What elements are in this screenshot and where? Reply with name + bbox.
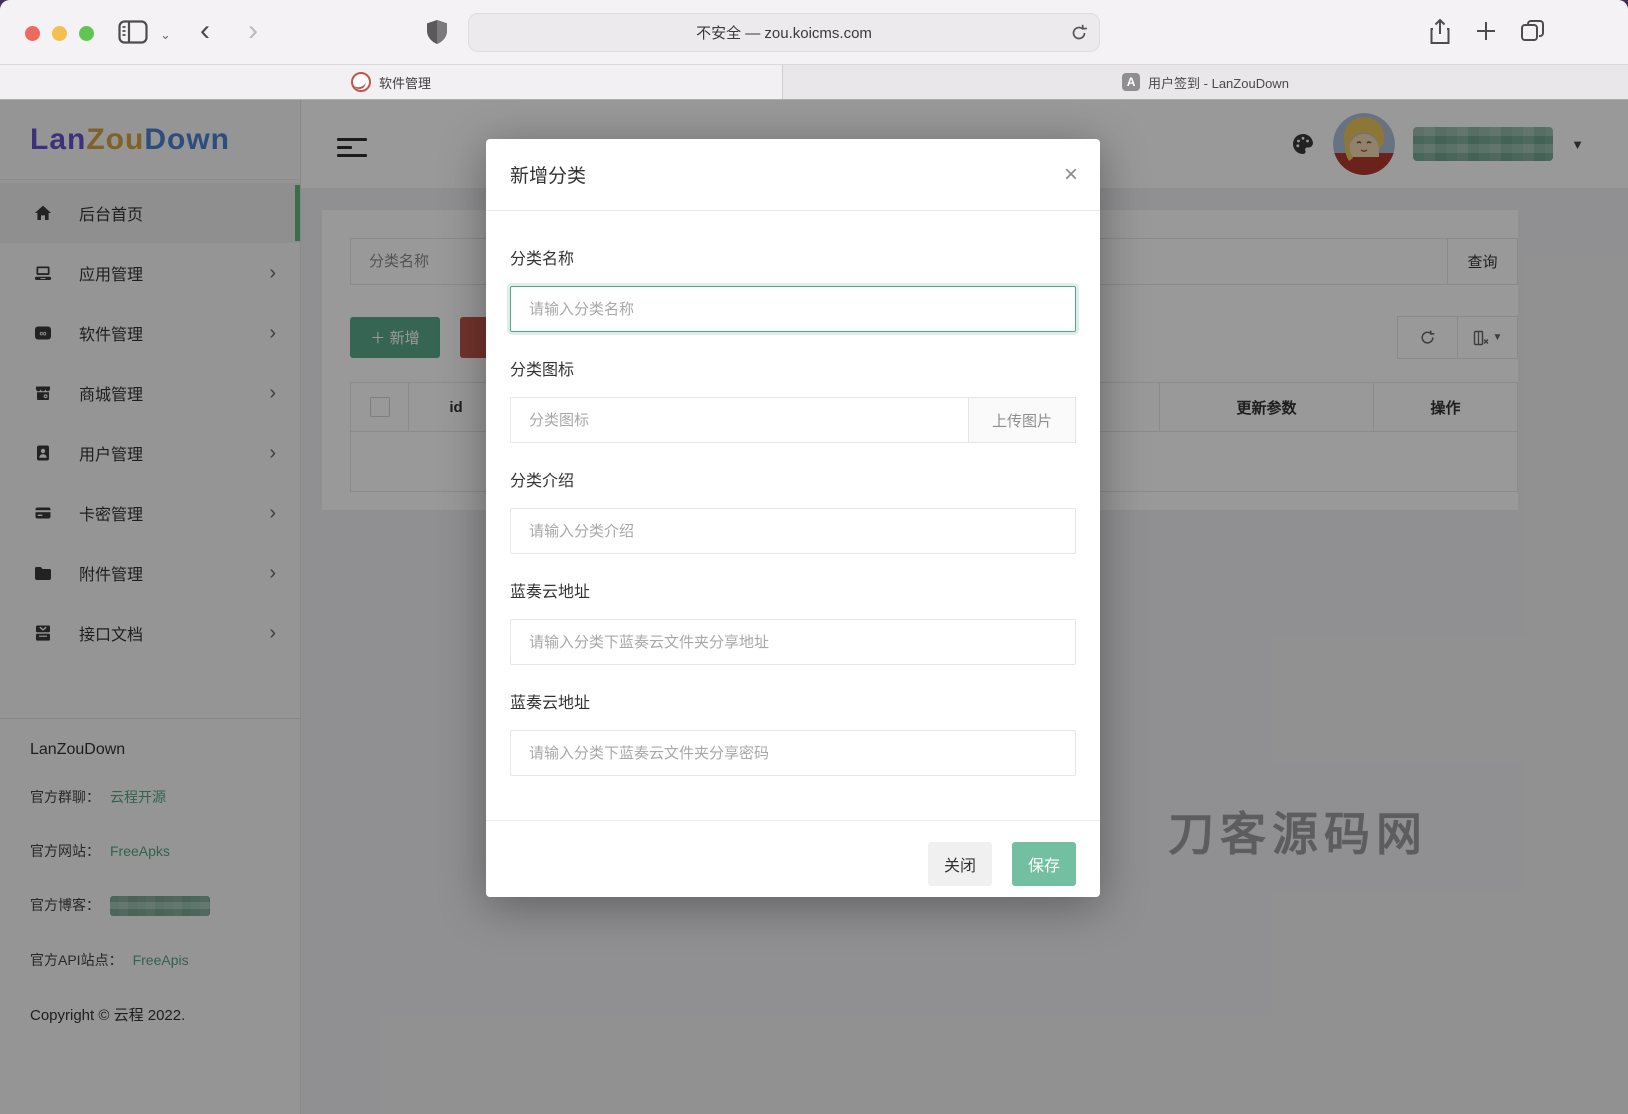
lanzou-share-password-input[interactable] (510, 730, 1076, 776)
modal-title: 新增分类 (510, 161, 586, 188)
new-tab-icon[interactable] (1474, 19, 1498, 43)
url-bar[interactable]: 不安全 — zou.koicms.com (468, 13, 1100, 52)
tab-favicon-icon (351, 72, 371, 92)
close-window-button[interactable] (25, 26, 40, 41)
field-category-intro: 分类介绍 (510, 467, 1076, 554)
field-label: 蓝奏云地址 (510, 578, 1076, 602)
back-button[interactable]: ‹ (200, 16, 210, 46)
modal-footer: 关闭 保存 (486, 820, 1100, 907)
zoom-window-button[interactable] (79, 26, 94, 41)
tab-user-signin[interactable]: A 用户签到 - LanZouDown (783, 65, 1628, 99)
traffic-lights (25, 26, 94, 41)
forward-button[interactable]: › (248, 16, 258, 46)
browser-toolbar: ⌄ ‹ › 不安全 — zou.koicms.com (0, 0, 1628, 64)
tab-bar: 软件管理 A 用户签到 - LanZouDown (0, 64, 1628, 100)
category-name-input[interactable] (510, 286, 1076, 332)
field-category-name: 分类名称 (510, 245, 1076, 332)
tab-software-management[interactable]: 软件管理 (0, 65, 783, 99)
upload-image-button[interactable]: 上传图片 (968, 397, 1076, 443)
category-intro-input[interactable] (510, 508, 1076, 554)
refresh-icon[interactable] (1069, 23, 1089, 43)
browser-window: ⌄ ‹ › 不安全 — zou.koicms.com 软件管理 A (0, 0, 1628, 1114)
sidebar-dropdown-chevron-icon[interactable]: ⌄ (160, 27, 171, 43)
field-label: 分类名称 (510, 245, 1076, 269)
field-lanzou-password: 蓝奏云地址 (510, 689, 1076, 776)
watermark-text: 刀客源码网 (1168, 798, 1428, 864)
field-label: 蓝奏云地址 (510, 689, 1076, 713)
privacy-shield-icon[interactable] (425, 19, 449, 46)
page-viewport: LanZouDown 后台首页 应用管理 › (0, 100, 1628, 1114)
modal-header: 新增分类 × (486, 139, 1100, 211)
tab-overview-icon[interactable] (1520, 18, 1546, 44)
share-icon[interactable] (1428, 18, 1452, 46)
sidebar-toggle-icon[interactable] (118, 20, 148, 44)
field-lanzou-url: 蓝奏云地址 (510, 578, 1076, 665)
modal-body: 分类名称 分类图标 上传图片 分类介绍 蓝奏云地址 (486, 211, 1100, 820)
modal-close-button[interactable]: 关闭 (928, 842, 992, 886)
add-category-modal: 新增分类 × 分类名称 分类图标 上传图片 分类介绍 (486, 139, 1100, 897)
close-icon[interactable]: × (1064, 163, 1078, 187)
url-text: 不安全 — zou.koicms.com (696, 22, 872, 43)
tab-favicon-letter-icon: A (1122, 73, 1140, 91)
tab-label: 用户签到 - LanZouDown (1148, 73, 1289, 92)
field-label: 分类图标 (510, 356, 1076, 380)
tab-label: 软件管理 (379, 73, 431, 92)
category-icon-input[interactable] (510, 397, 969, 443)
minimize-window-button[interactable] (52, 26, 67, 41)
field-label: 分类介绍 (510, 467, 1076, 491)
field-category-icon: 分类图标 上传图片 (510, 356, 1076, 443)
lanzou-share-url-input[interactable] (510, 619, 1076, 665)
modal-save-button[interactable]: 保存 (1012, 842, 1076, 886)
